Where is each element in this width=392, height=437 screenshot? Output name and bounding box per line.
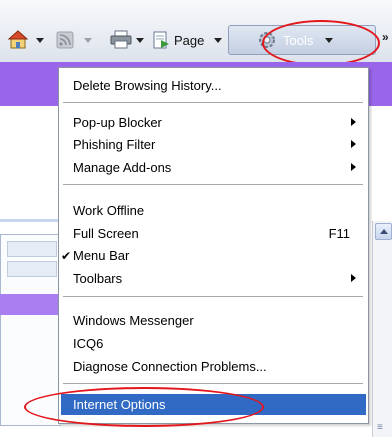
page-icon [153,31,169,49]
tools-menu-button[interactable]: Tools [228,25,376,55]
menu-separator [63,296,363,297]
print-dropdown-arrow[interactable] [136,38,144,43]
menu-item-label: Diagnose Connection Problems... [73,359,267,374]
chevron-down-icon [214,38,222,43]
menu-separator [63,102,363,103]
page-menu-label: Page [174,32,205,48]
menu-item-work-offline[interactable]: Work Offline [61,200,366,221]
menu-item-toolbars[interactable]: Toolbars [61,268,366,289]
panel-row [7,261,57,277]
menu-item-diagnose-connection-problems[interactable]: Diagnose Connection Problems... [61,356,366,377]
menu-item-full-screen[interactable]: Full Screen F11 [61,223,366,244]
feeds-button[interactable] [56,31,74,49]
menu-item-internet-options[interactable]: Internet Options [61,394,366,415]
menu-separator [63,383,363,384]
feeds-icon [56,31,74,49]
command-bar: Page Tools » [0,0,392,66]
menu-item-menu-bar[interactable]: ✔ Menu Bar [61,245,366,266]
chevron-down-icon [36,38,44,43]
gear-icon [259,32,275,48]
home-icon [8,30,28,49]
menu-item-phishing-filter[interactable]: Phishing Filter [61,134,366,155]
menu-item-windows-messenger[interactable]: Windows Messenger [61,310,366,331]
chevron-down-icon [325,37,334,43]
menu-item-delete-browsing-history[interactable]: Delete Browsing History... [61,75,366,96]
submenu-arrow-icon [351,118,356,126]
printer-icon [110,30,132,49]
menu-item-label: Manage Add-ons [73,160,172,175]
tools-dropdown-menu: Delete Browsing History... Pop-up Blocke… [58,67,369,424]
chevron-down-icon [84,38,92,43]
page-dropdown-arrow[interactable] [214,38,222,43]
menu-item-label: Delete Browsing History... [73,78,222,93]
arrow-up-icon [379,229,388,234]
feeds-dropdown-arrow[interactable] [84,38,92,43]
submenu-arrow-icon [351,140,356,148]
menu-item-shortcut: F11 [328,226,350,241]
menu-separator [63,184,363,185]
home-button[interactable] [8,30,28,49]
vertical-scrollbar[interactable] [372,221,392,437]
checkmark-icon: ✔ [61,248,72,263]
menu-item-manage-add-ons[interactable]: Manage Add-ons [61,157,366,178]
page-menu-button[interactable]: Page [152,31,204,49]
menu-item-label: Windows Messenger [73,313,194,328]
menu-item-label: Menu Bar [73,248,130,263]
page-panel [0,234,61,426]
menu-item-label: Full Screen [73,226,139,241]
menu-item-icq6[interactable]: ICQ6 [61,333,366,354]
menu-item-label: Work Offline [73,203,145,218]
page-divider [0,219,60,222]
panel-row [7,241,57,257]
menu-item-label: Phishing Filter [73,137,156,152]
menu-item-label: ICQ6 [73,336,104,351]
print-button[interactable] [110,30,132,49]
page-accent-band [0,294,60,315]
home-dropdown-arrow[interactable] [36,38,44,43]
toolbar-overflow-chevron[interactable]: » [382,30,389,44]
menu-item-label: Pop-up Blocker [73,115,162,130]
menu-item-label: Internet Options [73,397,166,412]
tools-menu-label: Tools [283,32,314,48]
scroll-up-button[interactable] [375,223,392,240]
resize-grip-icon[interactable]: ≡ [377,422,383,433]
chevron-down-icon [136,38,144,43]
submenu-arrow-icon [351,163,356,171]
menu-item-popup-blocker[interactable]: Pop-up Blocker [61,112,366,133]
submenu-arrow-icon [351,274,356,282]
menu-item-label: Toolbars [73,271,123,286]
